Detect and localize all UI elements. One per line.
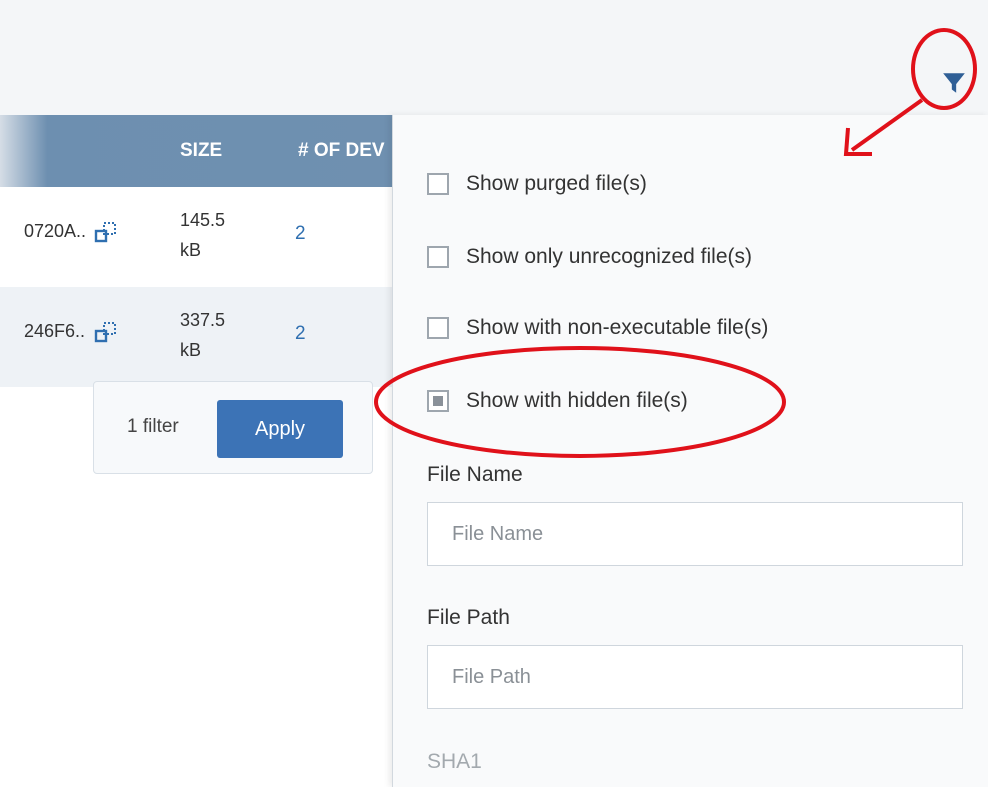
column-header-size[interactable]: SIZE	[180, 140, 222, 162]
checkbox[interactable]	[427, 246, 449, 268]
apply-filter-bar: 1 filter Apply	[93, 381, 373, 474]
checkbox-checked[interactable]	[427, 390, 449, 412]
file-name-input[interactable]	[427, 502, 963, 566]
apply-button[interactable]: Apply	[217, 400, 343, 458]
file-size: 145.5 kB	[180, 205, 225, 265]
file-size-value: 145.5	[180, 210, 226, 230]
table-header: SIZE # OF DEV	[0, 115, 395, 187]
table-row: 0720A.. 145.5 kB 2	[0, 187, 395, 287]
option-label: Show purged file(s)	[466, 172, 647, 195]
file-size-value: 337.5	[180, 310, 226, 330]
table-row: 246F6.. 337.5 kB 2	[0, 287, 395, 387]
option-show-unrecognized[interactable]: Show only unrecognized file(s)	[427, 243, 752, 271]
option-show-purged[interactable]: Show purged file(s)	[427, 170, 647, 198]
file-size-unit: kB	[180, 240, 202, 260]
copy-icon[interactable]	[94, 221, 118, 245]
option-label: Show with non-executable file(s)	[466, 316, 769, 339]
checkbox[interactable]	[427, 317, 449, 339]
file-name-label: File Name	[427, 463, 523, 486]
device-count-link[interactable]: 2	[295, 323, 306, 345]
option-label: Show with hidden file(s)	[466, 389, 688, 412]
copy-icon[interactable]	[94, 321, 118, 345]
toolbar-area	[0, 0, 988, 115]
file-hash: 0720A..	[24, 221, 87, 241]
file-path-input[interactable]	[427, 645, 963, 709]
checkbox[interactable]	[427, 173, 449, 195]
filter-count: 1 filter	[127, 416, 179, 437]
device-count-link[interactable]: 2	[295, 223, 306, 245]
file-path-label: File Path	[427, 606, 510, 629]
sha1-label: SHA1	[427, 750, 482, 773]
filter-panel: Show purged file(s) Show only unrecogniz…	[392, 115, 988, 787]
option-show-non-executable[interactable]: Show with non-executable file(s)	[427, 314, 768, 342]
file-hash: 246F6..	[24, 321, 86, 341]
column-header-devices[interactable]: # OF DEV	[298, 140, 385, 162]
option-label: Show only unrecognized file(s)	[466, 245, 752, 268]
annotation-circle-filter	[911, 28, 977, 110]
file-size: 337.5 kB	[180, 305, 225, 365]
file-size-unit: kB	[180, 340, 202, 360]
option-show-hidden[interactable]: Show with hidden file(s)	[427, 387, 688, 415]
